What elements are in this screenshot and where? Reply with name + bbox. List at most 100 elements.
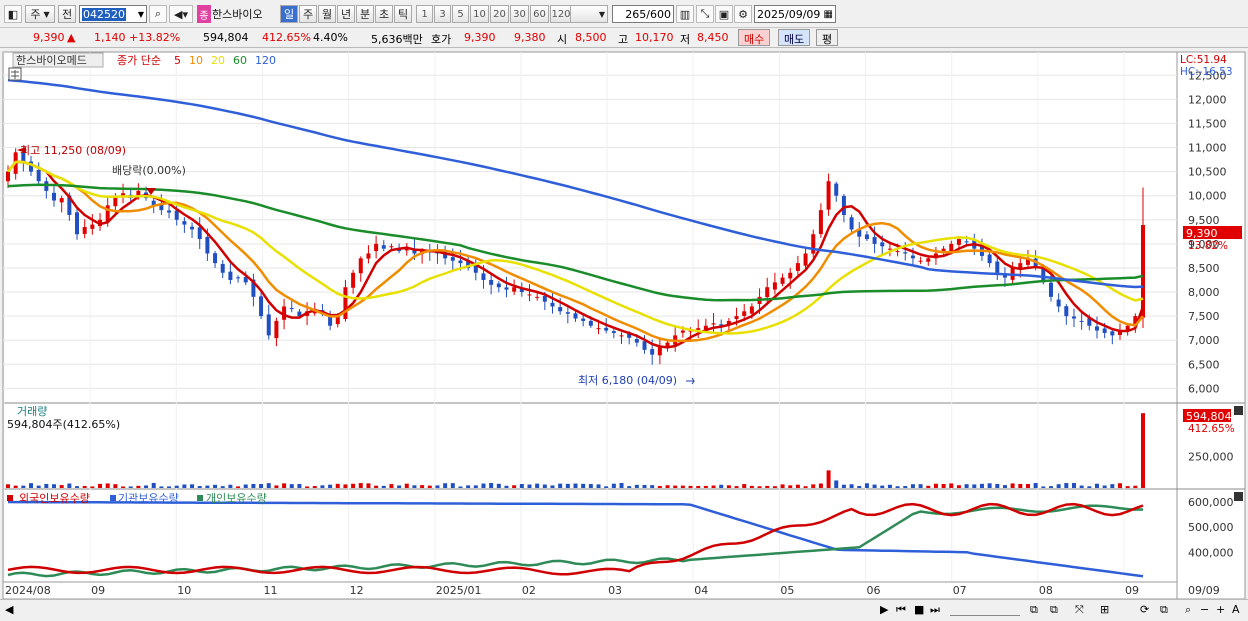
tab-timeframe-6[interactable]: 틱 [394, 5, 412, 23]
candle-body [266, 314, 271, 336]
volume-tag-value: 594,804 [1186, 410, 1232, 423]
volume-bar [519, 484, 524, 488]
candle-body [956, 239, 961, 245]
minute-step-60[interactable]: 60 [530, 5, 549, 23]
tab-timeframe-0[interactable]: 일 [280, 5, 298, 23]
date-field[interactable]: 2025/09/09 ▦ [754, 5, 836, 23]
volume-bar [995, 483, 1000, 488]
scroll-left-icon[interactable]: ◀ [5, 603, 13, 616]
candle-body [795, 263, 800, 271]
volume-bar [558, 483, 563, 488]
stop-icon[interactable]: ■ [914, 603, 924, 616]
unit-select[interactable]: ▼ [570, 5, 608, 23]
chart-area[interactable]: 12,50012,00011,50011,00010,50010,0009,50… [0, 48, 1248, 599]
tab-timeframe-4[interactable]: 분 [356, 5, 374, 23]
candle-body [803, 253, 808, 266]
calendar-icon[interactable]: ▦ [824, 9, 833, 20]
y-tick-label: 7,500 [1188, 310, 1220, 323]
candle-body [657, 347, 662, 356]
buy-button[interactable]: 매수 [738, 29, 771, 46]
zoom-slider[interactable] [950, 606, 1020, 616]
volume-bar [527, 484, 532, 488]
search-icon[interactable]: ⌕ [1185, 603, 1191, 617]
prev-button[interactable]: 전 [58, 5, 76, 23]
volume-bar [1010, 483, 1015, 488]
y-tick-label: 8,500 [1188, 262, 1220, 275]
tab-timeframe-3[interactable]: 년 [337, 5, 355, 23]
candle-body [489, 279, 494, 285]
font-icon[interactable]: A [1232, 603, 1240, 616]
count-field[interactable]: 265/600 [612, 5, 674, 23]
compare-icon[interactable]: ⊞ [1100, 603, 1109, 616]
y-tick-label: 7,000 [1188, 334, 1220, 347]
rewind-icon[interactable]: ⏮ [896, 603, 906, 617]
foreign-legend-icon [7, 495, 13, 501]
speaker-icon[interactable]: ◀▾ [169, 5, 193, 23]
y-tick-label: 8,000 [1188, 286, 1220, 299]
ma-legend-5: 5 [174, 54, 181, 67]
draw-tool-icon[interactable]: ⤡ [696, 5, 714, 23]
volume-value: 594,804주(412.65%) [7, 418, 120, 431]
tab-timeframe-5[interactable]: 초 [375, 5, 393, 23]
ma-title: 종가 단순 [117, 54, 161, 67]
settings-icon[interactable]: ⚙ [734, 5, 752, 23]
minute-step-1[interactable]: 1 [416, 5, 433, 23]
stock-code-input[interactable]: 042520 ▼ [79, 5, 147, 23]
zoom-in-icon[interactable]: + [1216, 603, 1225, 616]
volume-bar [719, 484, 724, 488]
volume-bar [481, 483, 486, 488]
link-icon[interactable]: ⧉ [1160, 603, 1168, 617]
candle-body [167, 210, 172, 213]
volume-bar [312, 486, 317, 488]
copy-icon[interactable]: ⧉ [1050, 603, 1058, 617]
volume-bar [734, 486, 739, 488]
search-icon[interactable]: ⌕ [149, 5, 167, 23]
refresh-icon[interactable]: ⟳ [1140, 603, 1149, 616]
chevron-down-icon: ▼ [43, 9, 50, 19]
x-tick-label: 09 [1125, 584, 1139, 597]
volume-bar [67, 483, 72, 488]
scroll-right-icon[interactable]: ▶ [880, 603, 888, 616]
volume-bar [542, 484, 547, 488]
current-price: 9,390 [33, 31, 65, 44]
volume-bar [581, 483, 586, 488]
eval-button[interactable]: 평 [816, 29, 839, 46]
minute-step-10[interactable]: 10 [470, 5, 489, 23]
tab-timeframe-1[interactable]: 주 [299, 5, 317, 23]
minute-step-120[interactable]: 120 [550, 5, 572, 23]
minute-step-30[interactable]: 30 [510, 5, 529, 23]
volume-bar [144, 485, 149, 488]
candle-body [366, 253, 371, 259]
high-annotation: 최고 11,250 (08/09) [20, 144, 126, 157]
candle-body [343, 287, 348, 319]
save-icon[interactable]: ▣ [715, 5, 733, 23]
close-icon[interactable] [1234, 492, 1243, 501]
minute-step-3[interactable]: 3 [434, 5, 451, 23]
minute-step-20[interactable]: 20 [490, 5, 509, 23]
candle-type-icon[interactable]: ▥ [676, 5, 694, 23]
price-change: 1,140 [94, 31, 126, 44]
period-select[interactable]: 주 ▼ [25, 5, 55, 23]
volume-bar [650, 485, 655, 488]
candle-body [650, 349, 655, 355]
close-icon[interactable] [1234, 406, 1243, 415]
zoom-out-icon[interactable]: − [1200, 603, 1209, 616]
minute-step-5[interactable]: 5 [452, 5, 469, 23]
volume-bar [458, 486, 463, 488]
tab-timeframe-2[interactable]: 월 [318, 5, 336, 23]
candle-body [949, 243, 954, 252]
crosshair-icon[interactable]: ⤧ [1075, 603, 1084, 617]
volume-bar [420, 485, 425, 488]
window-icon[interactable]: ◧ [4, 5, 22, 23]
volume-bar [435, 485, 440, 488]
candle-body [504, 287, 509, 290]
up-arrow-icon: ▲ [67, 31, 76, 44]
sell-button[interactable]: 매도 [778, 29, 811, 46]
layout-icon[interactable]: ⧉ [1030, 603, 1038, 617]
candle-body [841, 195, 846, 215]
volume-bar [619, 482, 624, 488]
forward-icon[interactable]: ⏭ [930, 603, 940, 617]
volume-bar [811, 484, 816, 488]
chevron-down-icon[interactable]: ▼ [138, 10, 144, 19]
bid-label: 호가 [431, 33, 452, 46]
